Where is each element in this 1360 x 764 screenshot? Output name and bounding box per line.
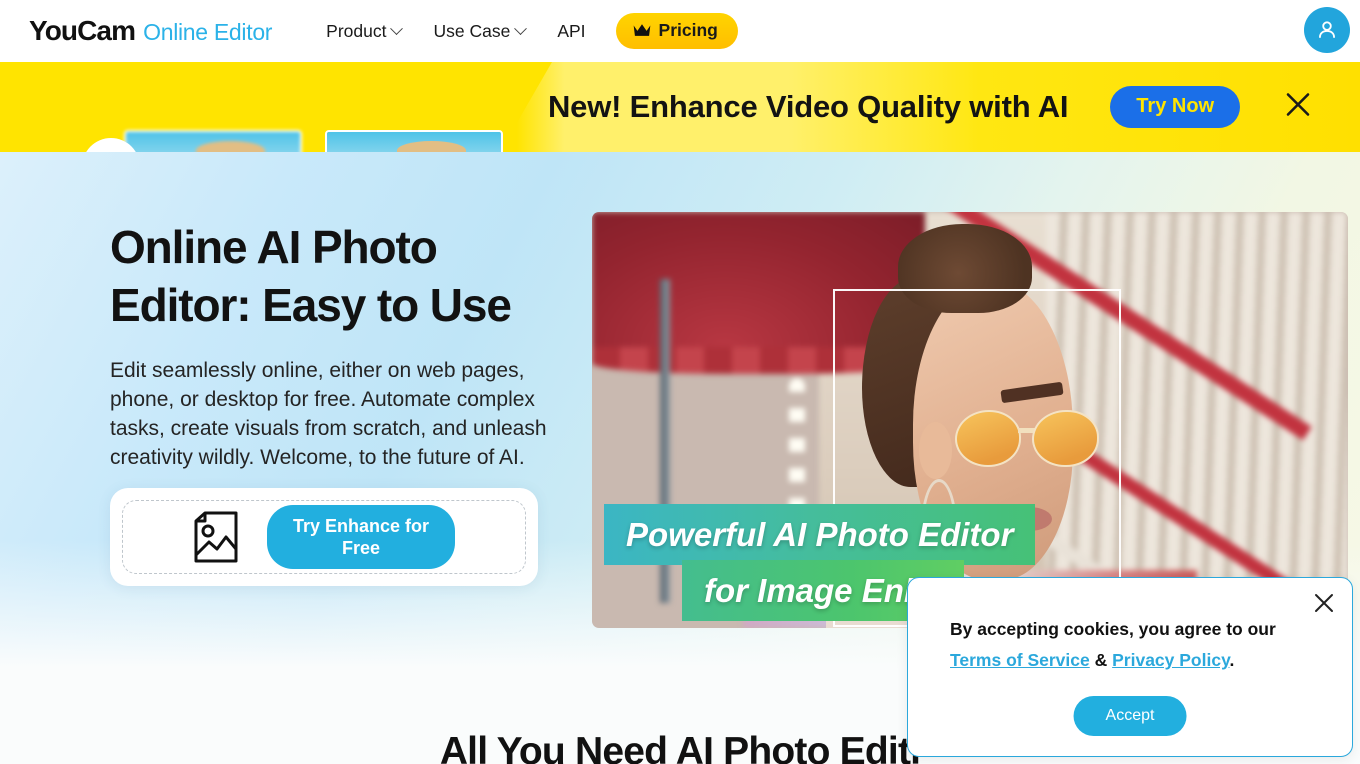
nav-item-product-label: Product: [326, 20, 387, 41]
crown-icon: [633, 24, 650, 36]
cookie-text-after: .: [1229, 650, 1235, 670]
upload-dropzone[interactable]: Try Enhance for Free: [122, 500, 526, 574]
nav-item-product[interactable]: Product: [310, 13, 417, 50]
try-enhance-free-button[interactable]: Try Enhance for Free: [267, 505, 455, 569]
site-logo[interactable]: YouCam Online Editor: [29, 15, 272, 47]
try-now-button[interactable]: Try Now: [1110, 86, 1241, 128]
promo-image-after: [325, 130, 503, 152]
pricing-button[interactable]: Pricing: [615, 13, 738, 49]
promo-title: New! Enhance Video Quality with AI: [548, 89, 1069, 124]
promo-wedge-decoration: [500, 62, 552, 152]
upload-card: Try Enhance for Free: [110, 488, 538, 586]
nav-item-api-label: API: [557, 20, 586, 41]
chevron-down-icon: [390, 21, 404, 35]
terms-of-service-link[interactable]: Terms of Service: [950, 650, 1090, 670]
nav-item-use-case-label: Use Case: [433, 20, 511, 41]
promo-image-before: [124, 130, 302, 152]
hero-image: Powerful AI Photo Editor for Image Enha: [592, 212, 1348, 628]
cookie-close-button[interactable]: [1312, 591, 1336, 620]
accept-cookies-button[interactable]: Accept: [1073, 696, 1187, 736]
cookie-consent-dialog: By accepting cookies, you agree to our T…: [907, 577, 1353, 757]
close-icon: [1286, 93, 1310, 116]
hero-ribbon-line-1: Powerful AI Photo Editor: [604, 504, 1036, 565]
cookie-text-middle: &: [1089, 650, 1113, 670]
site-header: YouCam Online Editor Product Use Case AP…: [0, 0, 1360, 62]
pricing-button-label: Pricing: [658, 20, 718, 40]
close-icon: [1315, 594, 1333, 612]
promo-content: New! Enhance Video Quality with AI Try N…: [548, 62, 1241, 152]
promo-banner: HD New! Enhance Video Quality with AI: [0, 62, 1360, 152]
arrow-right-icon: [303, 150, 365, 152]
hero-copy: Online AI Photo Editor: Easy to Use Edit…: [110, 218, 580, 472]
main-nav: Product Use Case API Pricing: [310, 13, 738, 50]
hero-description: Edit seamlessly online, either on web pa…: [110, 359, 547, 469]
avatar[interactable]: [1304, 7, 1350, 53]
image-placeholder-icon: [194, 511, 238, 563]
nav-item-use-case[interactable]: Use Case: [417, 13, 541, 50]
cookie-text-before: By accepting cookies, you agree to our: [950, 619, 1276, 639]
logo-wordmark: YouCam: [29, 15, 136, 46]
page-title: Online AI Photo Editor: Easy to Use: [110, 221, 512, 331]
page-root: YouCam Online Editor Product Use Case AP…: [0, 0, 1360, 764]
cookie-consent-text: By accepting cookies, you agree to our T…: [950, 614, 1312, 676]
logo-product-name: Online Editor: [143, 19, 273, 45]
user-avatar-icon: [1319, 21, 1335, 38]
privacy-policy-link[interactable]: Privacy Policy: [1112, 650, 1229, 670]
chevron-down-icon: [514, 21, 528, 35]
promo-close-button[interactable]: [1283, 90, 1313, 125]
nav-item-api[interactable]: API: [541, 13, 601, 50]
